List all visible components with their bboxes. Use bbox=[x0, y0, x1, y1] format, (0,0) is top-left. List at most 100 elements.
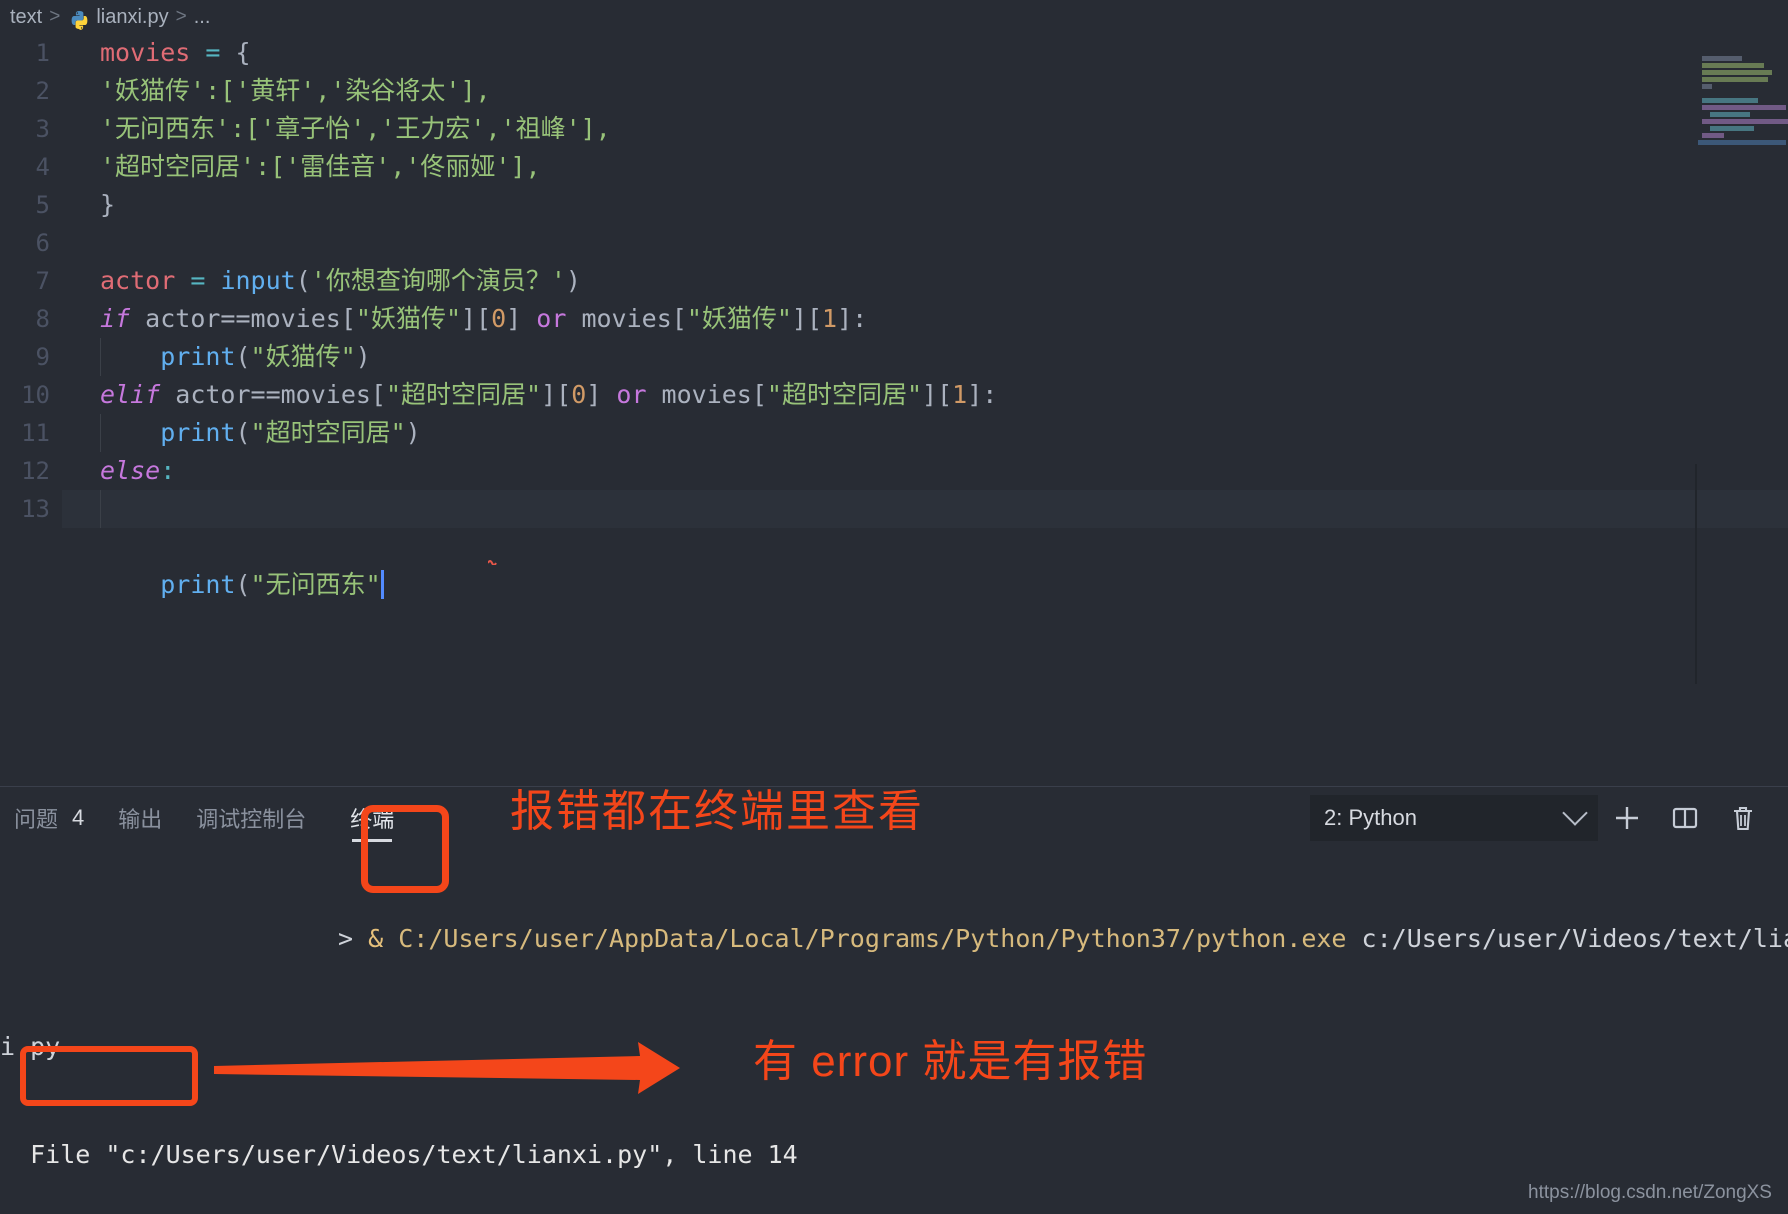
token-number: 1 bbox=[952, 380, 968, 409]
new-terminal-button[interactable] bbox=[1598, 795, 1656, 841]
breadcrumb-separator: > bbox=[49, 6, 61, 27]
minimap-row bbox=[1702, 133, 1724, 138]
editor-scrollbar[interactable] bbox=[1695, 464, 1697, 684]
bottom-panel: 问题 4 输出 调试控制台 终端 2: Python > & C:/Users/… bbox=[0, 786, 1788, 1214]
line-number: 11 bbox=[21, 419, 50, 447]
minimap-row-current bbox=[1698, 140, 1786, 145]
token-number: 0 bbox=[491, 304, 507, 333]
terminal-line-command: > & C:/Users/user/AppData/Local/Programs… bbox=[0, 921, 1788, 957]
annotation-note-terminal: 报错都在终端里查看 bbox=[510, 787, 924, 836]
token-operator: = bbox=[190, 266, 206, 295]
token-variable: movies bbox=[100, 38, 191, 67]
token-keyword-else: else bbox=[100, 456, 161, 485]
code-line-3[interactable]: '无问西东':['章子怡','王力宏','祖峰'], bbox=[62, 110, 1788, 148]
vscode-window: text > lianxi.py > ... 1 2 3 4 5 6 7 8 9… bbox=[0, 0, 1788, 1214]
token-string: "妖猫传" bbox=[250, 342, 356, 371]
token-brace: { bbox=[235, 38, 251, 67]
token-string: '超时空同居':['雷佳音','佟丽娅'], bbox=[100, 152, 541, 181]
minimap-row bbox=[1710, 126, 1754, 131]
code-line-6[interactable] bbox=[62, 224, 1788, 262]
line-number-gutter: 1 2 3 4 5 6 7 8 9 10 11 12 13 bbox=[0, 34, 62, 786]
token-string: "超时空同居" bbox=[386, 380, 542, 409]
code-line-8[interactable]: if actor==movies["妖猫传"][0] or movies["妖猫… bbox=[62, 300, 1788, 338]
breadcrumb-file[interactable]: lianxi.py bbox=[96, 6, 168, 29]
minimap-row bbox=[1702, 105, 1786, 110]
watermark: https://blog.csdn.net/ZongXS bbox=[1528, 1182, 1772, 1203]
minimap-row bbox=[1702, 56, 1742, 61]
split-terminal-button[interactable] bbox=[1656, 795, 1714, 841]
panel-actions: 2: Python bbox=[1310, 795, 1772, 841]
token-function: print bbox=[160, 570, 236, 599]
code-editor[interactable]: 1 2 3 4 5 6 7 8 9 10 11 12 13 movies = {… bbox=[0, 34, 1788, 786]
code-line-10[interactable]: elif actor==movies["超时空同居"][0] or movies… bbox=[62, 376, 1788, 414]
terminal-line-file: File "c:/Users/user/Videos/text/lianxi.p… bbox=[0, 1140, 798, 1169]
breadcrumb[interactable]: text > lianxi.py > ... bbox=[0, 0, 1788, 34]
breadcrumb-folder[interactable]: text bbox=[10, 6, 42, 29]
panel-tab-problems[interactable]: 问题 4 bbox=[14, 787, 84, 849]
panel-tab-output[interactable]: 输出 bbox=[118, 787, 162, 849]
code-line-11[interactable]: print("超时空同居") bbox=[62, 414, 1788, 452]
token-string: "妖猫传" bbox=[686, 304, 792, 333]
line-number: 13 bbox=[21, 495, 50, 523]
terminal-selector-value: 2: Python bbox=[1324, 805, 1417, 830]
token-string: "超时空同居" bbox=[250, 418, 406, 447]
minimap-row bbox=[1702, 77, 1768, 82]
minimap-row bbox=[1702, 119, 1788, 124]
minimap-row bbox=[1710, 112, 1750, 117]
minimap-row bbox=[1702, 98, 1758, 103]
terminal-command-path: C:/Users/user/AppData/Local/Programs/Pyt… bbox=[398, 924, 1347, 953]
line-number: 5 bbox=[35, 191, 50, 219]
panel-tab-label: 输出 bbox=[118, 807, 163, 832]
token-brace: } bbox=[100, 190, 116, 219]
annotation-box-terminal-tab bbox=[361, 805, 449, 893]
code-line-13[interactable]: print("无问西东" bbox=[62, 490, 1788, 599]
token-number: 1 bbox=[822, 304, 838, 333]
minimap[interactable] bbox=[1680, 56, 1788, 148]
token-keyword-or: or bbox=[616, 380, 647, 409]
token-colon: : bbox=[160, 456, 176, 485]
breadcrumb-separator-2: > bbox=[175, 6, 187, 27]
line-number: 8 bbox=[35, 305, 50, 333]
token-function: print bbox=[160, 342, 236, 371]
line-number: 3 bbox=[35, 115, 50, 143]
error-squiggle-icon bbox=[368, 500, 497, 566]
code-line-9[interactable]: print("妖猫传") bbox=[62, 338, 1788, 376]
indent-guide bbox=[100, 414, 101, 452]
code-lines[interactable]: movies = { '妖猫传':['黄轩','染谷将太'], '无问西东':[… bbox=[62, 34, 1788, 786]
code-line-1[interactable]: movies = { bbox=[62, 34, 1788, 72]
token-string: "妖猫传" bbox=[355, 304, 461, 333]
line-number: 6 bbox=[35, 229, 50, 257]
code-line-12[interactable]: else: bbox=[62, 452, 1788, 490]
annotation-box-syntaxerror bbox=[20, 1046, 198, 1106]
panel-tab-debug-console[interactable]: 调试控制台 bbox=[196, 787, 306, 849]
line-number: 10 bbox=[21, 381, 50, 409]
line-number: 9 bbox=[35, 343, 50, 371]
kill-terminal-button[interactable] bbox=[1714, 795, 1772, 841]
terminal-selector-dropdown[interactable]: 2: Python bbox=[1310, 795, 1598, 841]
code-line-7[interactable]: actor = input('你想查询哪个演员？') bbox=[62, 262, 1788, 300]
terminal-amp: & bbox=[368, 924, 384, 953]
minimap-row bbox=[1702, 70, 1772, 75]
python-icon bbox=[69, 10, 90, 31]
line-number: 7 bbox=[35, 267, 50, 295]
line-number: 2 bbox=[35, 77, 50, 105]
minimap-row bbox=[1702, 84, 1712, 89]
code-line-4[interactable]: '超时空同居':['雷佳音','佟丽娅'], bbox=[62, 148, 1788, 186]
indent-guide bbox=[100, 338, 101, 376]
breadcrumb-ellipsis[interactable]: ... bbox=[194, 6, 211, 29]
token-function: print bbox=[160, 418, 236, 447]
token-function: input bbox=[220, 266, 296, 295]
code-line-5[interactable]: } bbox=[62, 186, 1788, 224]
minimap-row bbox=[1702, 63, 1764, 68]
token-string: "超时空同居" bbox=[766, 380, 923, 409]
indent-guide bbox=[100, 490, 101, 528]
problems-count-badge: 4 bbox=[72, 805, 85, 830]
token-string: '妖猫传':['黄轩','染谷将太'], bbox=[100, 76, 491, 105]
token-operator: = bbox=[205, 38, 221, 67]
code-line-2[interactable]: '妖猫传':['黄轩','染谷将太'], bbox=[62, 72, 1788, 110]
terminal-prompt-arrow: > bbox=[338, 924, 354, 953]
token-keyword-if: if bbox=[100, 304, 131, 333]
chevron-down-icon bbox=[1562, 800, 1588, 826]
token-variable: actor bbox=[100, 266, 176, 295]
token-string: '你想查询哪个演员？' bbox=[310, 266, 566, 295]
